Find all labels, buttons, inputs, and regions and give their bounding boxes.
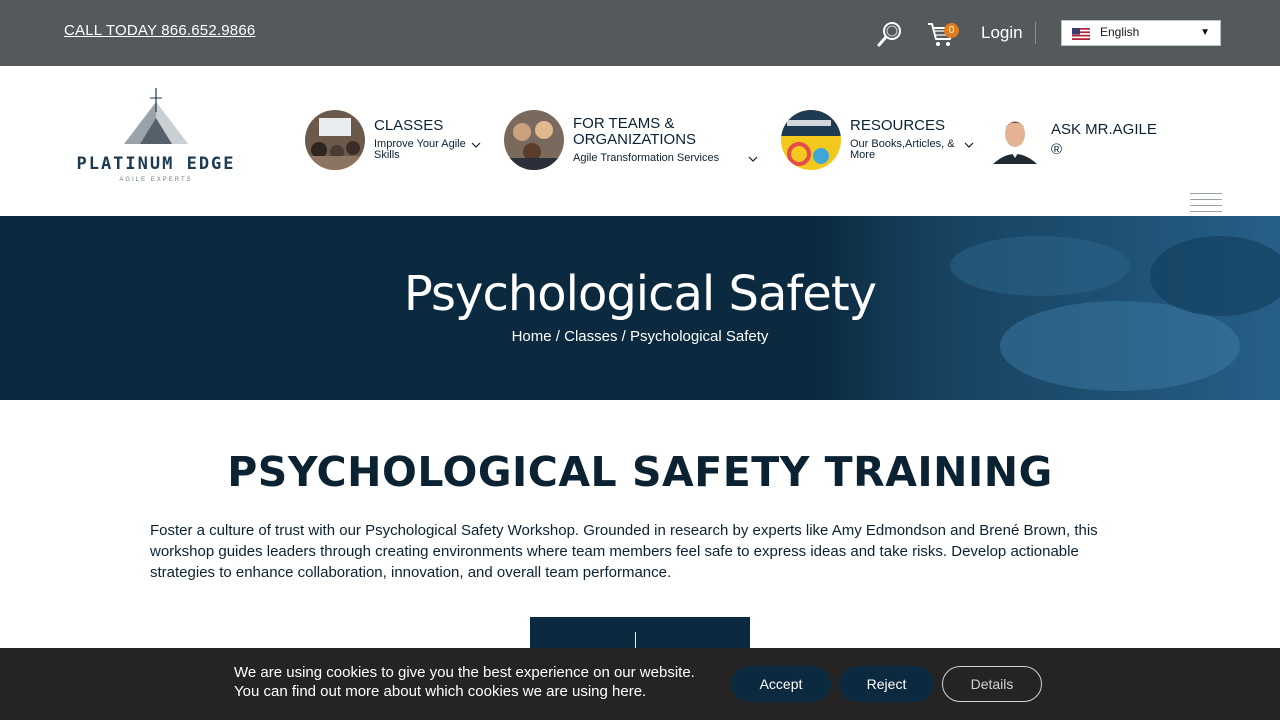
chevron-down-icon	[471, 142, 481, 148]
cookie-message-line-2: You can find out more about which cookie…	[234, 683, 647, 700]
nav-item-classes[interactable]: CLASSES Improve Your Agile Skills	[305, 110, 485, 172]
resources-book-thumbnail-icon	[781, 110, 841, 170]
logo-tagline: AGILE EXPERTS	[119, 177, 193, 183]
logo-wordmark: PLATINUM EDGE	[76, 154, 236, 174]
breadcrumb-separator: /	[617, 328, 630, 345]
logo-mark-icon	[124, 88, 188, 144]
cookie-consent-bar: We are using cookies to give you the bes…	[0, 648, 1280, 720]
workshop-image	[530, 617, 750, 649]
teams-thumbnail-icon	[504, 110, 564, 170]
section-heading: PSYCHOLOGICAL SAFETY TRAINING	[227, 448, 1053, 496]
nav-item-resources[interactable]: RESOURCES Our Books,Articles, & More	[781, 110, 977, 172]
cookie-details-button[interactable]: Details	[942, 666, 1042, 702]
classes-thumbnail-icon	[305, 110, 365, 170]
cookie-message-line-1: We are using cookies to give you the bes…	[234, 664, 695, 681]
divider	[1035, 22, 1036, 44]
language-select[interactable]: English ▼	[1061, 20, 1221, 46]
nav-title-ask-mr-agile: ASK MR.AGILE ®	[1051, 121, 1157, 158]
nav-subtitle-teams: Agile Transformation Services	[573, 152, 720, 164]
chevron-down-icon	[748, 156, 758, 162]
reject-cookies-button[interactable]: Reject	[839, 666, 934, 702]
nav-subtitle-resources: Our Books,Articles, & More	[850, 138, 955, 161]
breadcrumb: Home / Classes / Psychological Safety	[0, 328, 1280, 345]
hamburger-menu-icon[interactable]	[1190, 193, 1222, 215]
nav-item-teams-organizations[interactable]: FOR TEAMS & ORGANIZATIONS Agile Transfor…	[504, 110, 760, 172]
nav-title-resources: RESOURCES	[850, 117, 946, 134]
workshop-image-detail	[635, 632, 636, 648]
cart-count-badge: 0	[944, 23, 959, 38]
search-icon[interactable]	[876, 20, 904, 48]
breadcrumb-home-link[interactable]: Home	[512, 328, 552, 345]
top-bar: CALL TODAY 866.652.9866 0 Login English …	[0, 0, 1280, 66]
language-label: English	[1100, 25, 1140, 39]
call-today-link[interactable]: CALL TODAY 866.652.9866	[64, 22, 255, 39]
main-navigation: PLATINUM EDGE AGILE EXPERTS CLASSES Impr…	[0, 66, 1280, 216]
nav-subtitle-classes: Improve Your Agile Skills	[374, 138, 466, 161]
accept-cookies-button[interactable]: Accept	[731, 666, 831, 702]
login-link[interactable]: Login	[981, 23, 1023, 43]
page-hero-banner: Psychological Safety Home / Classes / Ps…	[0, 216, 1280, 400]
breadcrumb-separator: /	[551, 328, 565, 345]
caret-down-icon: ▼	[1200, 27, 1210, 38]
chevron-down-icon	[964, 142, 974, 148]
nav-title-teams: FOR TEAMS & ORGANIZATIONS	[573, 115, 697, 148]
mr-agile-portrait-icon	[985, 114, 1045, 164]
cookie-message: We are using cookies to give you the bes…	[234, 663, 695, 701]
intro-paragraph: Foster a culture of trust with our Psych…	[150, 522, 1098, 581]
nav-title-classes: CLASSES	[374, 117, 444, 134]
nav-item-ask-mr-agile[interactable]: ASK MR.AGILE ®	[985, 114, 1165, 166]
breadcrumb-classes-link[interactable]: Classes	[564, 328, 617, 345]
platinum-edge-logo[interactable]: PLATINUM EDGE AGILE EXPERTS	[64, 88, 248, 188]
breadcrumb-current: Psychological Safety	[630, 328, 769, 345]
page-title: Psychological Safety	[403, 266, 877, 322]
us-flag-icon	[1072, 28, 1090, 40]
